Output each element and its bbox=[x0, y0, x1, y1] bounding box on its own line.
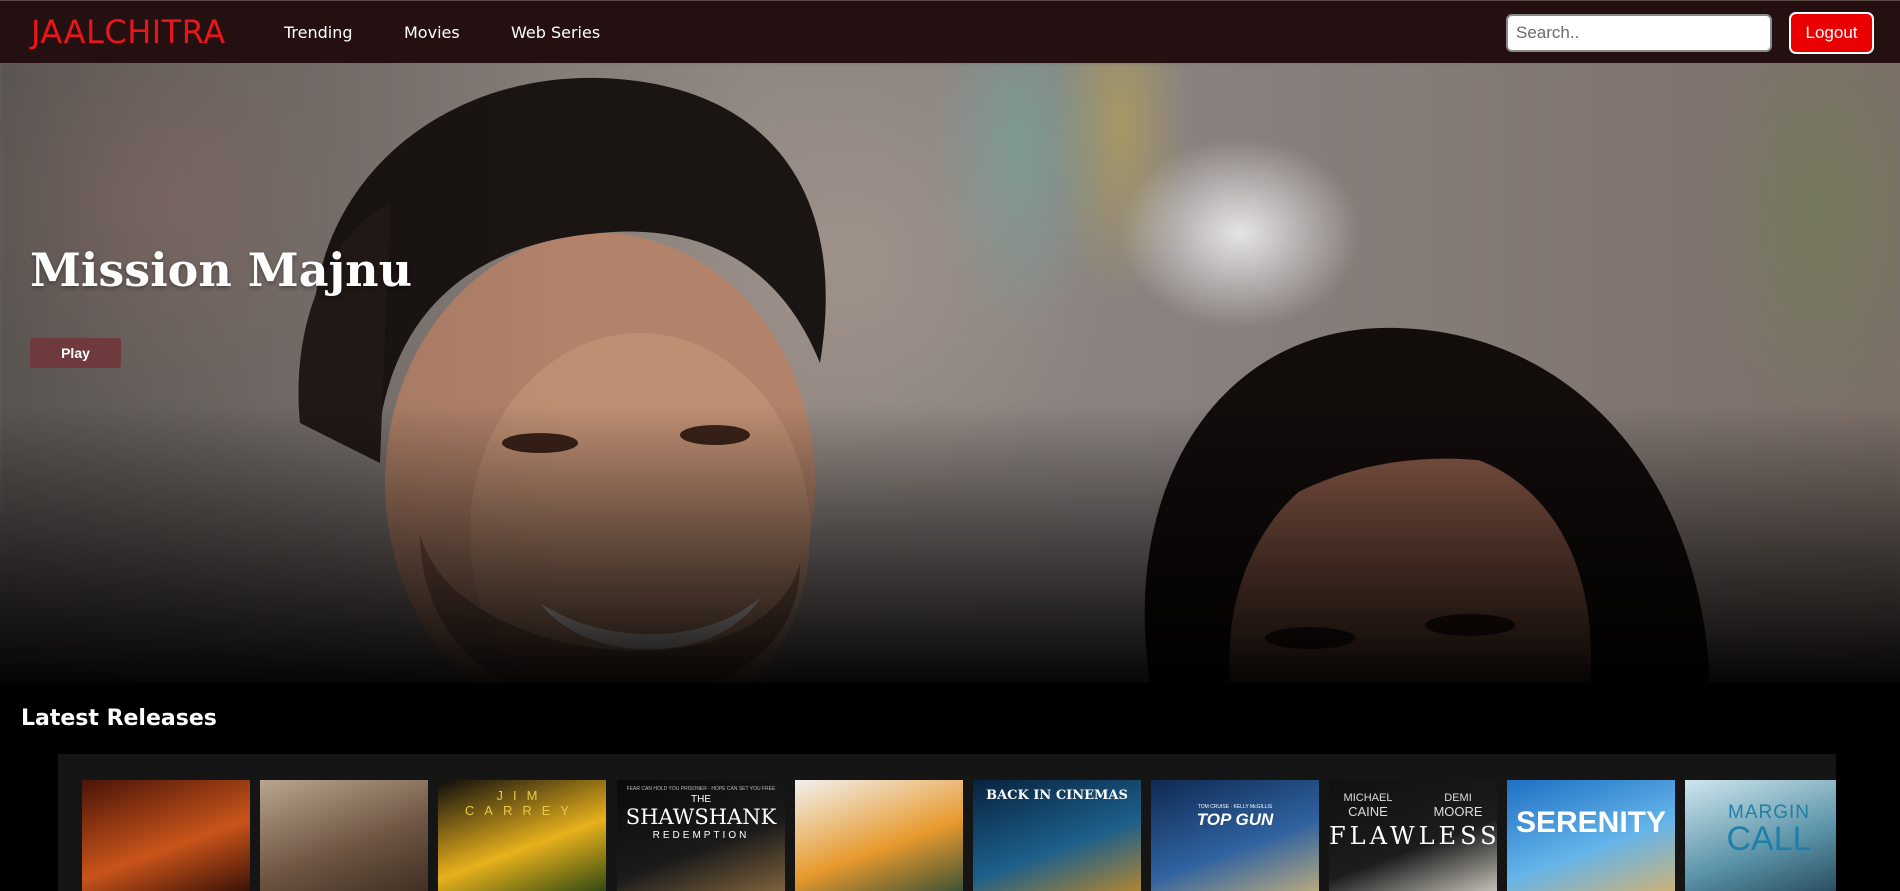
latest-releases-row[interactable]: JIM CARREY FEAR CAN HOLD YOU PRISONER · … bbox=[58, 754, 1836, 891]
nav-link-trending[interactable]: Trending bbox=[284, 23, 353, 42]
poster-title-text: JIM CARREY bbox=[464, 788, 580, 818]
poster-title-text: BACK IN CINEMAS bbox=[986, 788, 1128, 803]
poster-title-text: SERENITY bbox=[1515, 806, 1667, 839]
nav-link-movies[interactable]: Movies bbox=[404, 23, 460, 42]
poster-title-text: FLAWLESS bbox=[1329, 822, 1497, 850]
poster-5[interactable] bbox=[795, 780, 963, 891]
poster-7[interactable]: TOM CRUISE · KELLY McGILLIS TOP GUN bbox=[1151, 780, 1319, 891]
poster-title-text: REDEMPTION bbox=[652, 830, 750, 841]
latest-releases-heading: Latest Releases bbox=[21, 706, 217, 731]
poster-8[interactable]: MICHAEL CAINE DEMI MOORE FLAWLESS bbox=[1329, 780, 1497, 891]
play-button[interactable]: Play bbox=[30, 338, 121, 368]
poster-3[interactable]: JIM CARREY bbox=[438, 780, 606, 891]
top-navbar: JAALCHITRA Trending Movies Web Series Lo… bbox=[0, 0, 1900, 63]
poster-title-text: THE bbox=[691, 794, 711, 805]
search-input[interactable] bbox=[1506, 14, 1772, 52]
poster-title-text: FEAR CAN HOLD YOU PRISONER · HOPE CAN SE… bbox=[626, 786, 776, 792]
nav-link-web-series[interactable]: Web Series bbox=[511, 23, 600, 42]
poster-title-text: DEMI bbox=[1444, 792, 1472, 804]
poster-title-text: SHAWSHANK bbox=[625, 805, 777, 829]
poster-4[interactable]: FEAR CAN HOLD YOU PRISONER · HOPE CAN SE… bbox=[617, 780, 785, 891]
hero-left-fade bbox=[0, 63, 1900, 683]
hero-banner: Mission Majnu Play bbox=[0, 63, 1900, 683]
poster-1[interactable] bbox=[82, 780, 250, 891]
poster-6[interactable]: BACK IN CINEMAS bbox=[973, 780, 1141, 891]
hero-title: Mission Majnu bbox=[30, 243, 413, 297]
poster-title-text: TOP GUN bbox=[1196, 810, 1274, 829]
poster-10[interactable]: MARGIN CALL bbox=[1685, 780, 1836, 891]
poster-title-text: CALL bbox=[1726, 820, 1812, 858]
logout-button[interactable]: Logout bbox=[1789, 12, 1874, 54]
poster-9[interactable]: SERENITY bbox=[1507, 780, 1675, 891]
poster-title-text: MOORE bbox=[1433, 804, 1483, 819]
brand-logo[interactable]: JAALCHITRA bbox=[31, 13, 226, 51]
poster-2[interactable] bbox=[260, 780, 428, 891]
